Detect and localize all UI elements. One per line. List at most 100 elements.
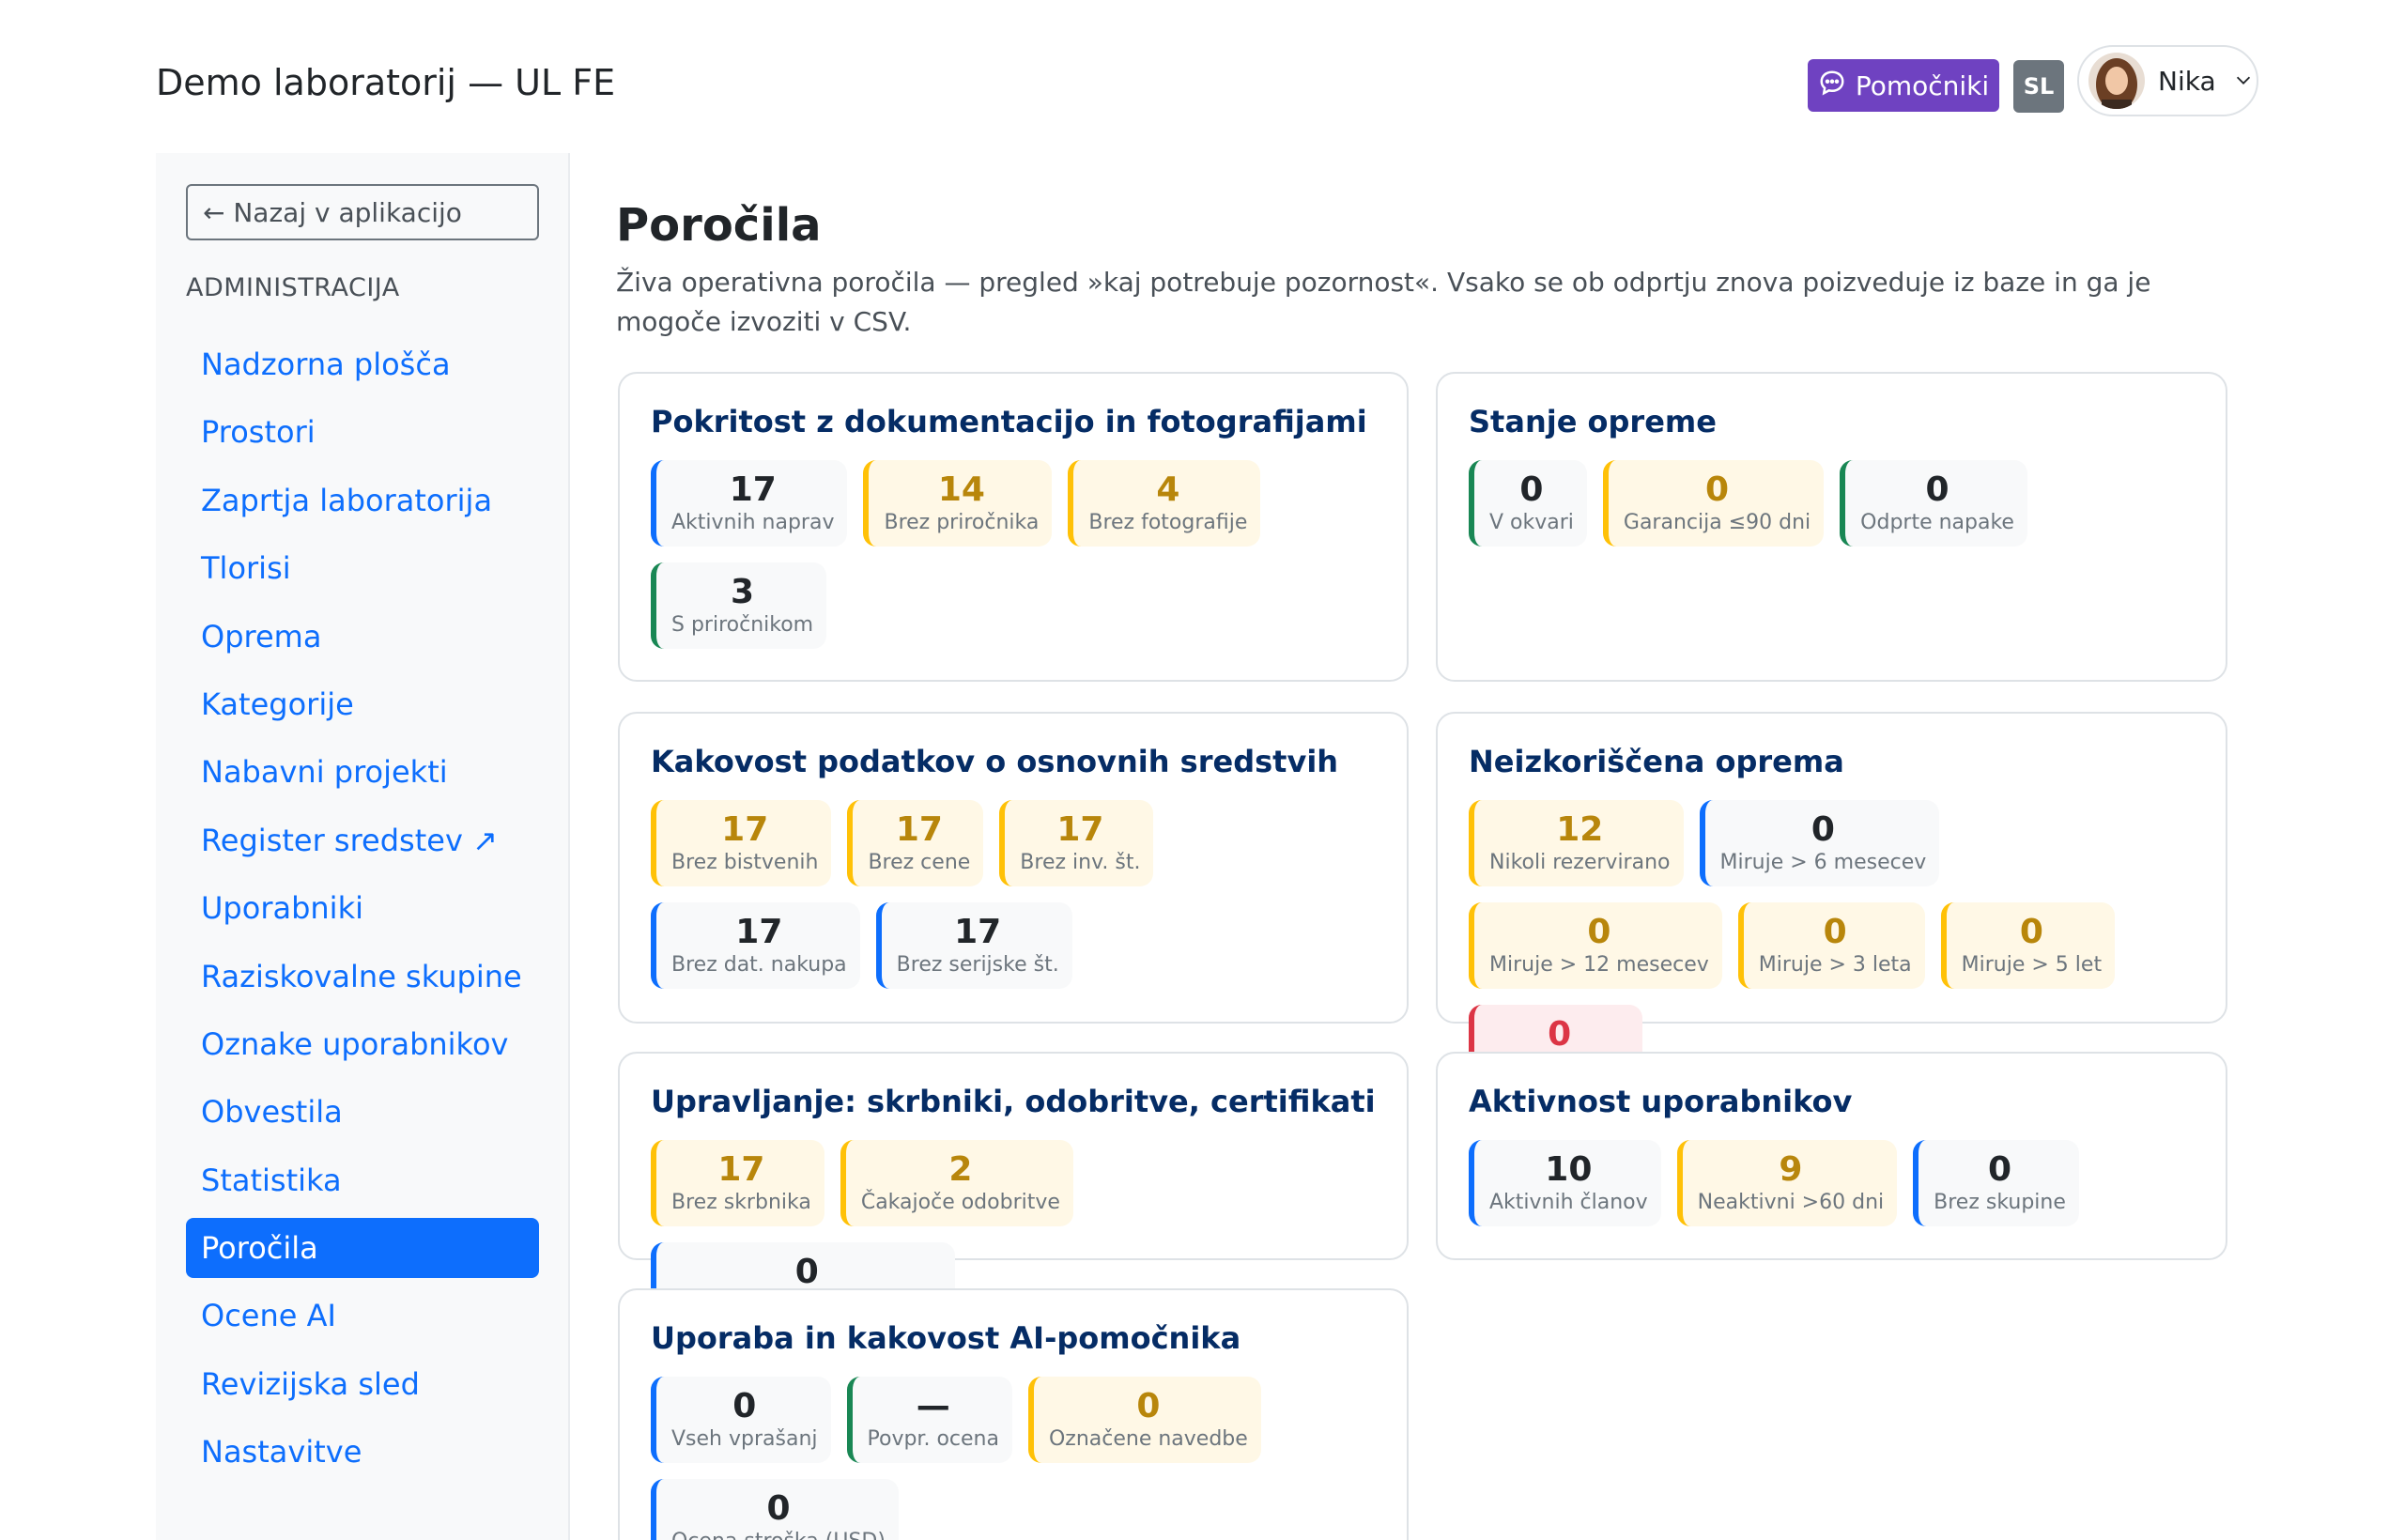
stat-tile[interactable]: 14 Brez priročnika [863,460,1053,547]
stat-tile[interactable]: 3S priročnikom [651,562,827,649]
report-card-equipment-status[interactable]: Stanje opreme 0 V okvari 0 Garancija ≤90 dni… [1436,372,2227,682]
stat-value: 0 [1587,913,1611,951]
sidebar-item[interactable]: Oprema [186,607,539,667]
sidebar-item[interactable]: Revizijska sled [186,1354,539,1414]
sidebar-item[interactable]: Prostori [186,402,539,462]
stat-tile[interactable]: 17 Brez bistvenih [651,800,832,886]
stat-label: Garancija ≤90 dni [1623,511,1811,534]
sidebar-item[interactable]: Nabavni projekti [186,742,539,802]
stat-tile[interactable]: 4 Brez fotografije [1068,460,1261,547]
sidebar-item[interactable]: Obvestila [186,1082,539,1142]
report-card-documentation[interactable]: Pokritost z dokumentacijo in fotografija… [618,372,1409,682]
stat-label: Brez bistvenih [671,851,819,874]
stat-label: Aktivnih članov [1489,1191,1648,1214]
stat-tiles: 17 Brez bistvenih 17 Brez cene 17 Brez inv. š… [651,800,1376,989]
stat-value: 4 [1156,470,1180,509]
avatar [2088,53,2145,109]
sidebar-item[interactable]: Uporabniki [186,878,539,938]
stat-tile[interactable]: 0 Brez skupine [1913,1140,2079,1226]
stat-tiles: 17 Aktivnih naprav 14 Brez priročnika 4 Brez … [651,460,1376,649]
stat-label: Miruje > 6 mesecev [1719,851,1927,874]
sidebar-item[interactable]: Register sredstev ↗ [186,810,539,870]
stat-label: Nikoli rezervirano [1489,851,1671,874]
sidebar-section-heading: ADMINISTRACIJA [186,273,400,302]
stat-value: 3 [731,573,755,611]
stat-value: — [916,1387,950,1425]
stat-tile[interactable]: 0 Odprte napake [1840,460,2027,547]
stat-label: Aktivnih naprav [671,511,835,534]
stat-tile[interactable]: 0 Miruje > 3 leta [1737,902,1925,989]
stat-value: 0 [794,1253,819,1291]
sidebar-item[interactable]: Raziskovalne skupine [186,947,539,1007]
back-to-app-button[interactable]: ← Nazaj v aplikacijo [186,184,539,240]
stat-value: 17 [729,470,777,509]
stat-value: 17 [1056,810,1104,849]
stat-label: Vseh vprašanj [671,1427,818,1451]
sidebar-item[interactable]: Poročila [186,1218,539,1279]
stat-tile[interactable]: 0 Garancija ≤90 dni [1602,460,1825,547]
stat-tile[interactable]: 17 Brez serijske št. [875,902,1072,989]
card-title: Kakovost podatkov o osnovnih sredstvih [651,744,1339,779]
sidebar-item[interactable]: Nastavitve [186,1422,539,1482]
stat-value: 17 [717,1150,765,1189]
sidebar-item[interactable]: Kategorije [186,674,539,734]
stat-tiles: 10 Aktivnih članov 9 Neaktivni >60 dni 0 Brez… [1469,1140,2195,1226]
stat-tile[interactable]: 0 Miruje > 12 mesecev [1469,902,1722,989]
stat-tile[interactable]: 0 Vseh vprašanj [651,1377,831,1463]
page-title: Poročila [616,199,822,252]
stat-label: Brez fotografije [1088,511,1248,534]
stat-label: Miruje > 3 leta [1758,953,1912,977]
user-menu[interactable]: Nika [2077,45,2258,116]
stat-tile[interactable]: 17 Brez inv. št. [999,800,1154,886]
report-card-asset-data-quality[interactable]: Kakovost podatkov o osnovnih sredstvih 17… [618,712,1409,1024]
page-description: Živa operativna poročila — pregled »kaj … [616,267,2151,337]
stat-tile[interactable]: — Povpr. ocena [846,1377,1012,1463]
stat-tile[interactable]: 10 Aktivnih članov [1469,1140,1661,1226]
chevron-down-icon [2233,66,2254,97]
stat-tile[interactable]: 17 Brez skrbnika [651,1140,824,1226]
card-title: Neizkoriščena oprema [1469,744,1844,779]
stat-tile[interactable]: 0 Miruje > 6 mesecev [1699,800,1940,886]
stat-label: Brez priročnika [884,511,1040,534]
stat-label: Povpr. ocena [867,1427,999,1451]
stat-tile[interactable]: 0 Miruje > 5 let [1940,902,2116,989]
stat-label: Odprte napake [1860,511,2014,534]
stat-value: 0 [1705,470,1730,509]
report-card-ai-assistant[interactable]: Uporaba in kakovost AI-pomočnika 0 Vseh vp… [618,1288,1409,1540]
stat-tile[interactable]: 9 Neaktivni >60 dni [1676,1140,1898,1226]
sidebar-item[interactable]: Statistika [186,1150,539,1210]
stat-value: 0 [1925,470,1949,509]
stat-value: 0 [766,1489,791,1528]
stat-tile[interactable]: 0 Označene navedbe [1027,1377,1261,1463]
assistants-button[interactable]: Pomočniki [1808,59,1999,112]
sidebar-nav: Nadzorna plošča Prostori Zaprtja laborator… [186,334,539,1490]
stat-tile[interactable]: 17 Brez dat. nakupa [651,902,860,989]
user-name: Nika [2158,65,2216,97]
report-card-unused-equipment[interactable]: Neizkoriščena oprema 12 Nikoli rezervirano… [1436,712,2227,1091]
stat-value: 0 [1548,1015,1572,1054]
sidebar-item[interactable]: Tlorisi [186,538,539,598]
stat-tiles: 0V okvari 0 Garancija ≤90 dni 0 Odprte napak… [1469,460,2195,547]
stat-tile[interactable]: 0V okvari [1469,460,1587,547]
sidebar-item[interactable]: Nadzorna plošča [186,334,539,394]
card-title: Upravljanje: skrbniki, odobritve, certif… [651,1084,1376,1119]
stat-value: 9 [1779,1150,1803,1189]
assistants-label: Pomočniki [1855,69,1990,101]
stat-value: 2 [948,1150,973,1189]
stat-value: 0 [1823,913,1847,951]
stat-value: 17 [895,810,943,849]
stat-tile[interactable]: 17 Brez cene [847,800,984,886]
sidebar-item[interactable]: Oznake uporabnikov [186,1014,539,1074]
stat-tile[interactable]: 2 Čakajoče odobritve [840,1140,1073,1226]
language-switch[interactable]: SL [2013,60,2064,113]
sidebar-item[interactable]: Zaprtja laboratorija [186,470,539,531]
stat-tile[interactable]: 17 Aktivnih naprav [651,460,848,547]
stat-value: 0 [732,1387,757,1425]
sidebar-item[interactable]: Ocene AI [186,1286,539,1346]
card-title: Pokritost z dokumentacijo in fotografija… [651,404,1367,439]
stat-tile[interactable]: 0Ocena stroška (USD) [651,1479,899,1540]
report-card-user-activity[interactable]: Aktivnost uporabnikov 10 Aktivnih članov 9 N… [1436,1052,2227,1260]
stat-label: Brez inv. št. [1020,851,1141,874]
report-card-management[interactable]: Upravljanje: skrbniki, odobritve, certif… [618,1052,1409,1329]
stat-tile[interactable]: 12 Nikoli rezervirano [1469,800,1684,886]
